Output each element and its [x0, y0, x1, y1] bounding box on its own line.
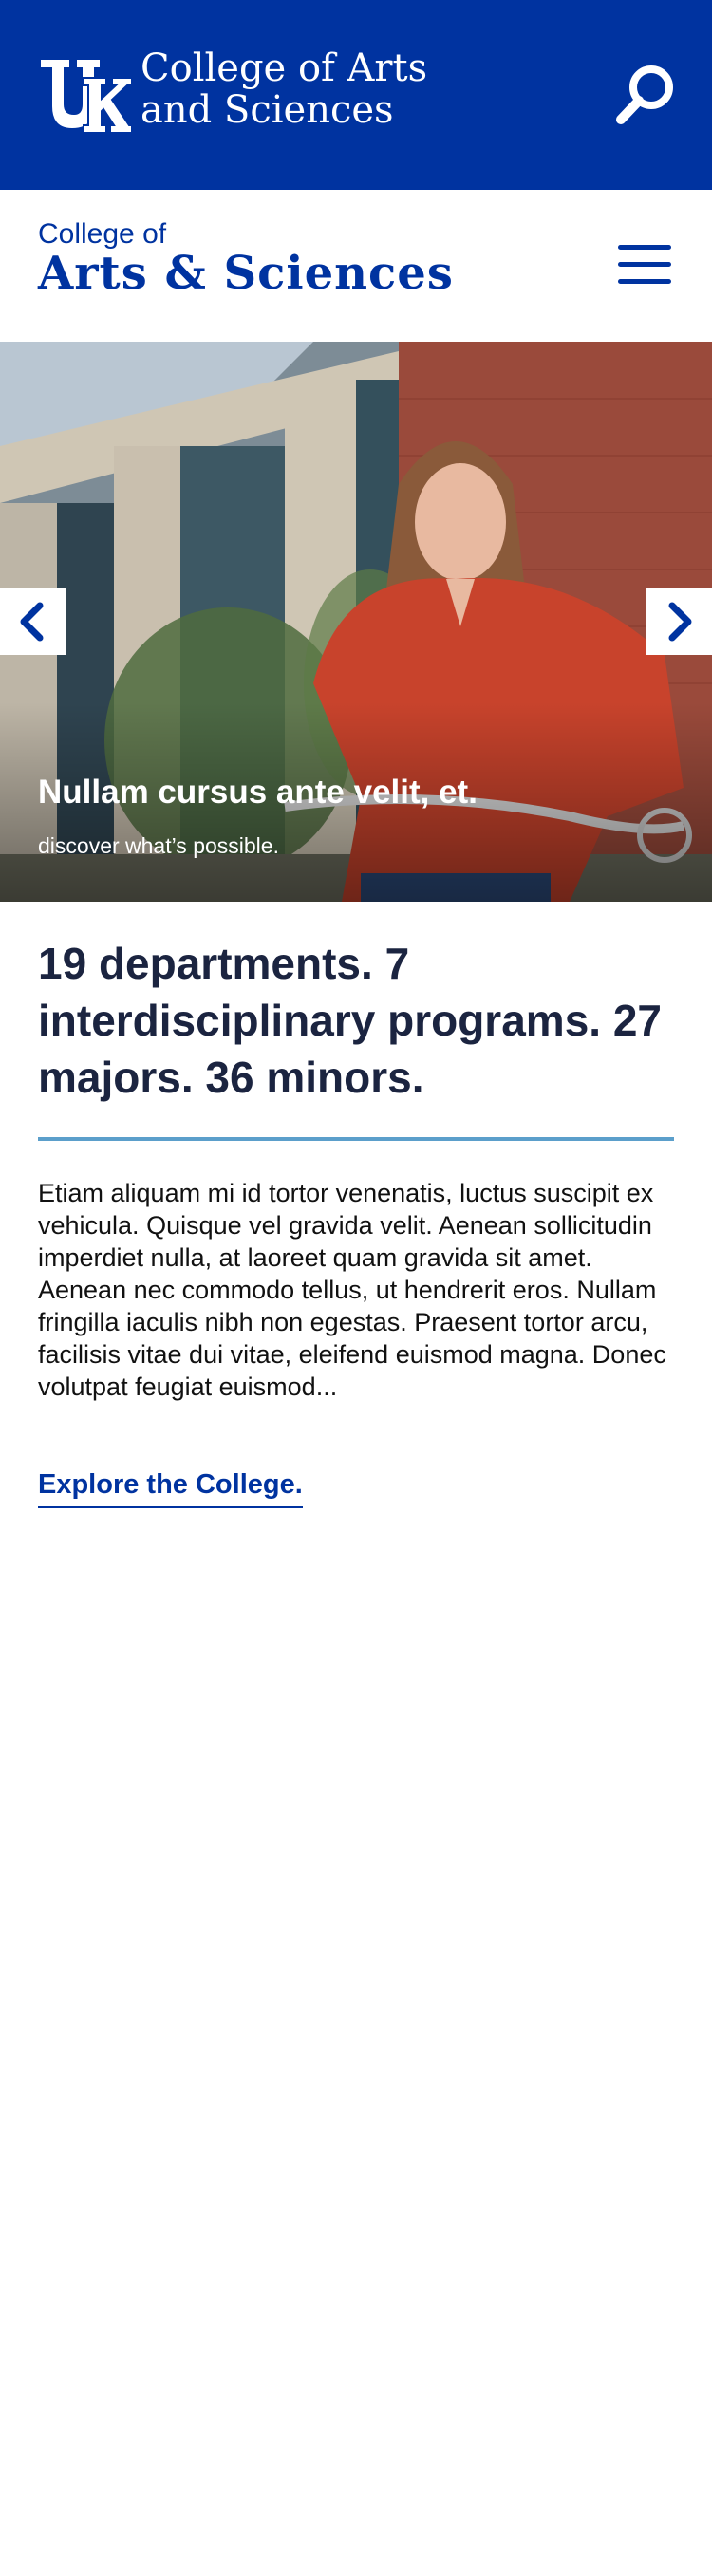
- college-wordmark[interactable]: College of Arts and Sciences: [141, 47, 482, 131]
- hero-title: Nullam cursus ante velit, et.: [38, 774, 478, 811]
- carousel-next-button[interactable]: [646, 588, 712, 655]
- carousel-prev-button[interactable]: [0, 588, 66, 655]
- intro-paragraph: Etiam aliquam mi id tortor venenatis, lu…: [38, 1179, 666, 1401]
- hero-carousel: Nullam cursus ante velit, et. discover w…: [0, 342, 712, 902]
- section-divider: [38, 1137, 674, 1141]
- brand-bar: College of Arts & Sciences: [0, 190, 712, 342]
- hamburger-menu-icon: [615, 245, 674, 284]
- wordmark-line-2: and Sciences: [141, 88, 394, 132]
- search-icon: [616, 65, 673, 124]
- hero-subtitle: discover what’s possible.: [38, 833, 279, 858]
- uk-logo-icon[interactable]: [38, 57, 133, 135]
- chevron-left-icon: [20, 602, 44, 642]
- chevron-right-icon: [668, 602, 692, 642]
- stats-heading: 19 departments. 7 interdisciplinary prog…: [38, 939, 663, 1102]
- explore-college-link[interactable]: Explore the College.: [38, 1469, 303, 1508]
- search-button[interactable]: [608, 57, 684, 133]
- brand-title[interactable]: Arts & Sciences: [38, 247, 454, 300]
- site-header: College of Arts and Sciences: [0, 0, 712, 190]
- menu-button[interactable]: [615, 245, 674, 289]
- wordmark-line-1: College of Arts: [141, 47, 428, 90]
- brand-prefix: College of: [38, 218, 167, 250]
